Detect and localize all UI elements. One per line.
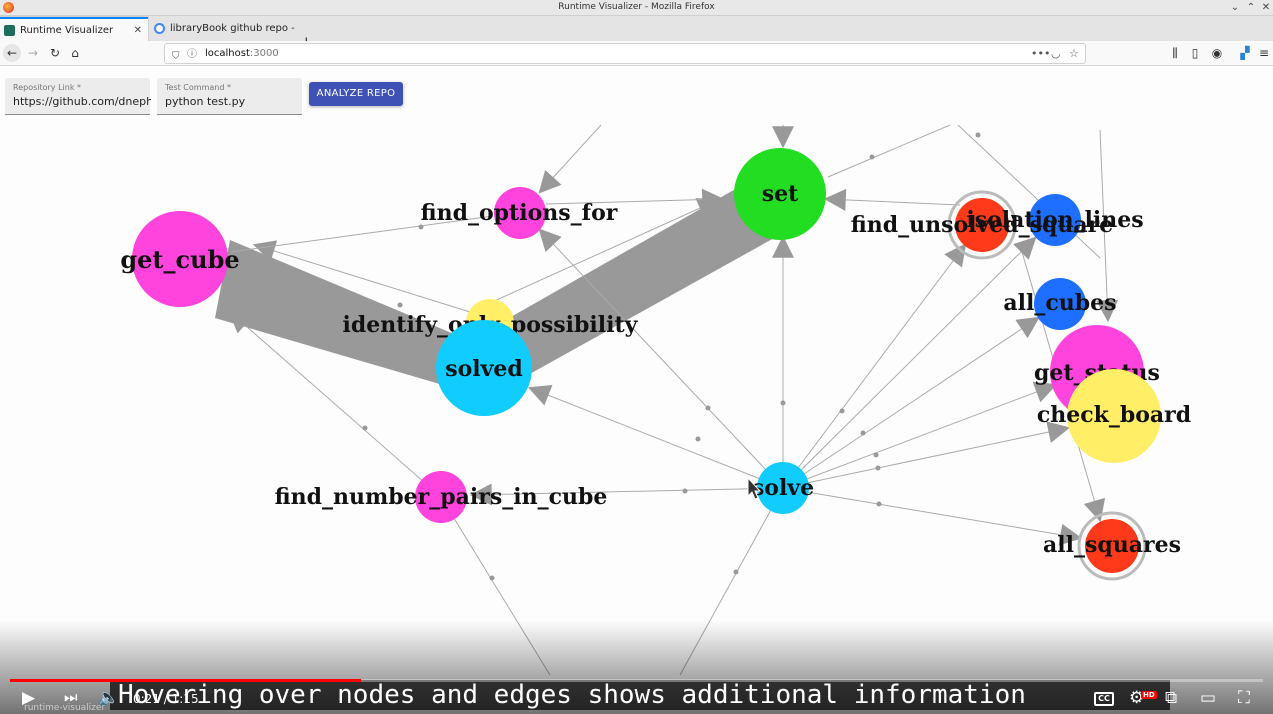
elapsed-time: 0:21	[133, 692, 160, 706]
node-label: solve	[752, 475, 814, 501]
repository-link-label: Repository Link *	[13, 83, 82, 92]
repository-link-value: https://github.com/dnephin/S	[13, 95, 151, 108]
node-solve[interactable]: solve	[752, 462, 814, 514]
node-label: find_options_for	[421, 200, 618, 226]
subtitle-box: Hovering over nodes and edges shows addi…	[110, 680, 1170, 710]
captions-button[interactable]: CC	[1094, 692, 1114, 706]
node-label: check_board	[1037, 402, 1191, 428]
node-solved[interactable]: solved	[436, 320, 532, 416]
node-label: all_squares	[1043, 532, 1181, 558]
node-label: solved	[445, 356, 523, 382]
video-progress-fill	[10, 679, 361, 682]
miniplayer-icon[interactable]: ⧉	[1165, 688, 1177, 708]
node-label: set	[762, 181, 799, 207]
call-graph[interactable]: get_cube find_options_for set isolation_…	[0, 116, 1273, 680]
window-title: Runtime Visualizer - Mozilla Firefox	[558, 2, 715, 12]
edge-solve-checkboard[interactable]	[782, 421, 1071, 489]
tab-librarybook[interactable]: libraryBook github repo - G	[150, 17, 295, 41]
account-icon[interactable]: ◉	[1208, 44, 1226, 62]
back-icon[interactable]: ←	[3, 44, 21, 62]
window-titlebar: Runtime Visualizer - Mozilla Firefox ⌄ ⌃…	[0, 0, 1273, 16]
fullscreen-icon[interactable]: ⛶	[1238, 688, 1250, 708]
test-command-field[interactable]: Test Command * python test.py	[157, 78, 302, 115]
forward-icon[interactable]: →	[24, 44, 42, 62]
app-favicon-icon	[4, 25, 15, 36]
test-command-value: python test.py	[165, 95, 246, 108]
video-time: 0:21 / 1:15	[133, 692, 199, 706]
node-set[interactable]: set	[734, 148, 826, 240]
node-label: all_cubes	[1003, 290, 1116, 316]
node-label: get_cube	[120, 245, 239, 274]
node-all_cubes[interactable]: all_cubes	[1003, 278, 1117, 330]
tab-bar: Runtime Visualizer ✕ libraryBook github …	[0, 16, 1273, 51]
test-command-label: Test Command *	[165, 83, 231, 92]
page-actions-icon[interactable]: •••	[1031, 44, 1050, 63]
tab-label: Runtime Visualizer	[20, 25, 114, 36]
subtitle-text: Hovering over nodes and edges shows addi…	[118, 680, 1026, 710]
edge-findunsolved-set[interactable]	[823, 188, 961, 211]
close-window-icon[interactable]: ✕	[1260, 1, 1272, 14]
edge-solve-solved[interactable]	[527, 385, 784, 489]
sidebar-icon[interactable]: ▯	[1186, 44, 1204, 62]
url-host: localhost	[205, 48, 250, 59]
menu-icon[interactable]: ≡	[1255, 44, 1273, 62]
node-label: find_number_pairs_in_cube	[275, 484, 608, 510]
extensions-icon[interactable]: ▞	[1236, 44, 1254, 62]
duration-time: 1:15	[171, 692, 199, 706]
tracking-shield-icon[interactable]: ⛉	[172, 47, 180, 66]
video-progress-bar[interactable]	[10, 679, 1263, 682]
tab-runtime-visualizer[interactable]: Runtime Visualizer ✕	[0, 17, 148, 41]
bookmark-star-icon[interactable]: ☆	[1069, 44, 1079, 63]
edge-top-findoptions[interactable]	[538, 124, 602, 194]
edge-solve-findunsolved[interactable]	[782, 243, 967, 489]
hd-badge: HD	[1141, 691, 1157, 699]
time-separator: /	[159, 692, 172, 706]
google-favicon-icon	[154, 23, 165, 34]
taskbar-label: runtime-visualizer	[24, 703, 106, 713]
reload-icon[interactable]: ↻	[46, 44, 64, 62]
maximize-icon[interactable]: ⌃	[1245, 1, 1257, 14]
minimize-icon[interactable]: ⌄	[1229, 1, 1241, 14]
screen: Runtime Visualizer - Mozilla Firefox ⌄ ⌃…	[0, 0, 1273, 714]
url-port: :3000	[249, 48, 279, 59]
node-label: find_unsolved_square	[851, 212, 1114, 238]
analyze-repo-button[interactable]: ANALYZE REPO	[309, 82, 403, 106]
theater-mode-icon[interactable]: ▭	[1200, 688, 1216, 708]
url-bar[interactable]: ⛉ ⓘ localhost:3000 ••• ◡ ☆	[164, 43, 1086, 64]
close-tab-icon[interactable]: ✕	[134, 19, 142, 41]
node-find_unsolved_square-label[interactable]: find_unsolved_square	[851, 212, 1114, 238]
node-find_options_for[interactable]: find_options_for	[421, 187, 618, 239]
pocket-icon[interactable]: ◡	[1051, 44, 1061, 63]
tab-label: libraryBook github repo - G	[170, 23, 295, 34]
edge-solve-allsquares[interactable]	[782, 487, 1083, 546]
edge-topright-set[interactable]	[827, 124, 951, 178]
site-info-icon[interactable]: ⓘ	[187, 45, 197, 64]
node-all_squares[interactable]: all_squares	[1043, 511, 1181, 581]
navigation-bar: ← → ↻ ⌂ ⛉ ⓘ localhost:3000 ••• ◡ ☆ ⫼ ▯ ◉…	[0, 41, 1273, 66]
edge-solve-isolation[interactable]	[782, 236, 1037, 489]
edge-solve-allcubes[interactable]	[782, 316, 1040, 489]
edge-solve-getstatus[interactable]	[782, 381, 1058, 489]
library-icon[interactable]: ⫼	[1166, 44, 1184, 62]
node-find_number_pairs_in_cube[interactable]: find_number_pairs_in_cube	[275, 471, 608, 523]
home-icon[interactable]: ⌂	[66, 44, 84, 62]
repository-link-field[interactable]: Repository Link * https://github.com/dne…	[5, 78, 151, 115]
